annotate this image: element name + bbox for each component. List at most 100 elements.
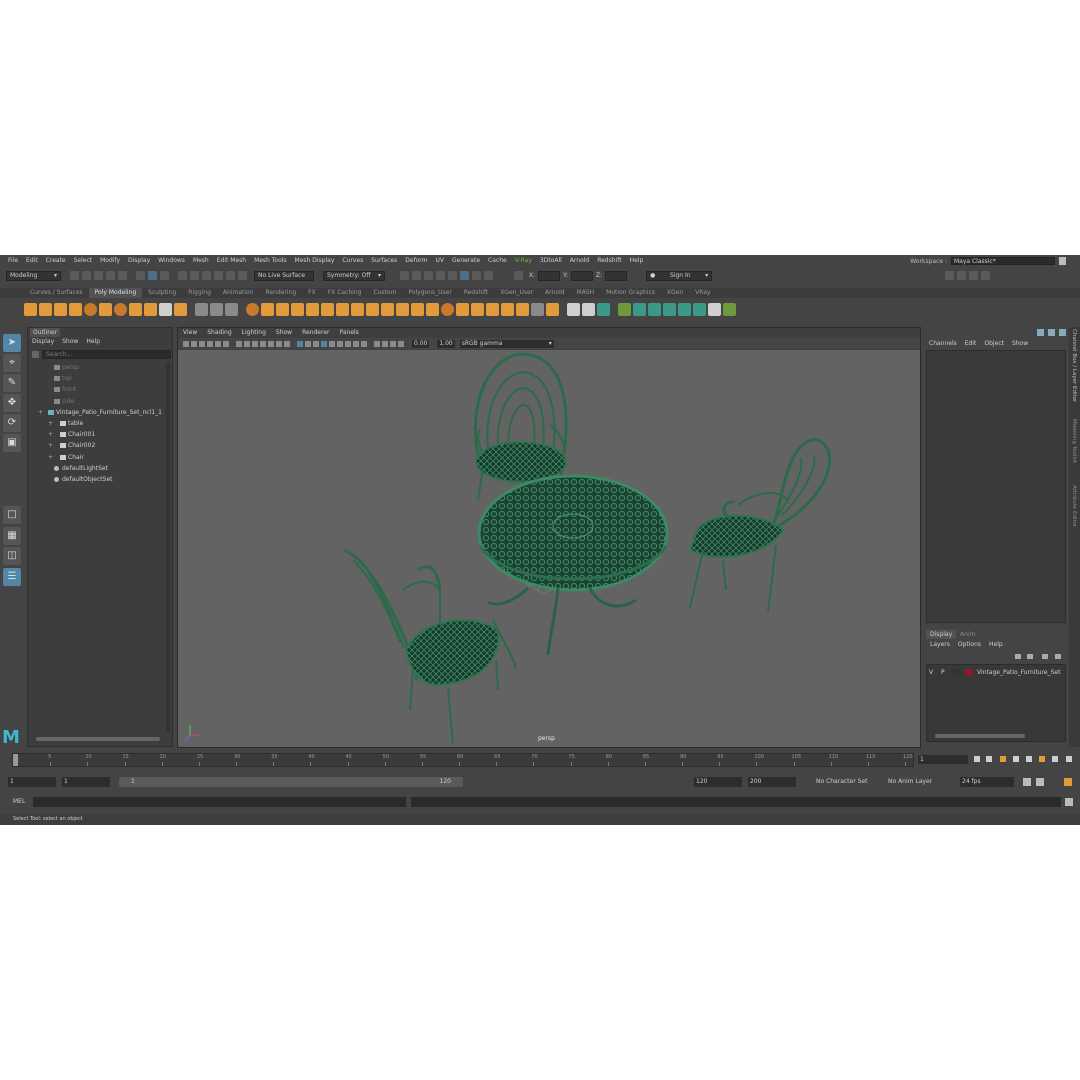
panel-layout-icon[interactable] [957, 271, 967, 280]
workspace-dropdown[interactable]: Maya Classic* [951, 257, 1055, 265]
side-tab-modeling-toolkit[interactable]: Modeling Toolkit [1071, 419, 1077, 463]
quad-draw-icon[interactable] [531, 302, 544, 316]
menu-v-ray[interactable]: V-Ray [511, 257, 536, 264]
image-plane-icon[interactable] [207, 340, 213, 347]
panel-layout-icon[interactable] [945, 271, 955, 280]
command-language-toggle[interactable]: MEL [13, 797, 25, 807]
new-scene-icon[interactable] [70, 271, 79, 280]
y-field[interactable] [571, 270, 594, 281]
select-camera-icon[interactable] [183, 340, 189, 347]
layer-tab-display[interactable]: Display [926, 630, 957, 639]
select-object-icon[interactable] [148, 271, 157, 280]
automatic-uv-icon[interactable] [663, 302, 676, 316]
outliner-menu-display[interactable]: Display [28, 338, 58, 347]
ambient-occlusion-icon[interactable] [345, 340, 351, 347]
layer-menu-layers[interactable]: Layers [926, 641, 954, 648]
uv-editor-icon[interactable] [678, 302, 691, 316]
outliner-search-input[interactable]: Search... [42, 350, 171, 359]
fill-hole-icon[interactable] [321, 302, 334, 316]
poke-icon[interactable] [501, 302, 514, 316]
reduce-icon[interactable] [336, 302, 349, 316]
poly-plane-icon[interactable] [99, 302, 112, 316]
motion-blur-icon[interactable] [353, 340, 359, 347]
film-gate-icon[interactable] [244, 340, 250, 347]
safe-action-icon[interactable] [276, 340, 282, 347]
menu-mesh-display[interactable]: Mesh Display [291, 257, 339, 264]
pause-icon[interactable] [484, 271, 493, 280]
menu-redshift[interactable]: Redshift [593, 257, 625, 264]
multi-cut-icon[interactable] [381, 302, 394, 316]
transform-field-icon[interactable] [514, 271, 523, 280]
cut-uv-icon[interactable] [693, 302, 706, 316]
expand-toggle-icon[interactable]: + [48, 440, 53, 451]
live-surface-field[interactable]: No Live Surface [254, 270, 314, 281]
menu-help[interactable]: Help [626, 257, 648, 264]
fps-dropdown[interactable]: 24 fps [960, 777, 1014, 787]
snap-point-icon[interactable] [202, 271, 211, 280]
snap-surface-icon[interactable] [226, 271, 235, 280]
exposure-field[interactable]: 0.00 [412, 339, 430, 348]
channel-box-menu-show[interactable]: Show [1008, 340, 1032, 347]
step-back-frame-icon[interactable] [1000, 756, 1006, 762]
outliner-item-front[interactable]: front [28, 384, 174, 395]
viewport-scene[interactable]: persp [178, 350, 920, 747]
lights-icon[interactable] [329, 340, 335, 347]
field-chart-icon[interactable] [268, 340, 274, 347]
smooth-shade-icon[interactable] [305, 340, 311, 347]
anim-layer-dropdown[interactable]: No Anim Layer [886, 777, 950, 787]
expand-toggle-icon[interactable]: + [48, 429, 53, 440]
menu-create[interactable]: Create [42, 257, 70, 264]
menu-curves[interactable]: Curves [338, 257, 367, 264]
shelf-tab-vray[interactable]: VRay [689, 288, 716, 298]
bookmark-icon[interactable] [199, 340, 205, 347]
snap-magnet-icon[interactable] [238, 271, 247, 280]
combine-icon[interactable] [195, 302, 208, 316]
outliner-item-chair[interactable]: + Chair [28, 452, 174, 463]
vray-ipr-icon[interactable] [472, 271, 481, 280]
loop-icon[interactable] [1023, 778, 1031, 786]
x-field[interactable] [538, 270, 561, 281]
xray-joints-icon[interactable] [390, 340, 396, 347]
viewport-menu-panels[interactable]: Panels [334, 328, 363, 337]
shelf-tab-rendering[interactable]: Rendering [260, 288, 303, 298]
redo-icon[interactable] [118, 271, 127, 280]
anti-alias-icon[interactable] [361, 340, 367, 347]
shelf-tab-curves-surfaces[interactable]: Curves / Surfaces [24, 288, 89, 298]
step-back-key-icon[interactable] [986, 756, 992, 762]
wireframe-icon[interactable] [297, 340, 303, 347]
channel-box-menu-object[interactable]: Object [980, 340, 1008, 347]
outliner-layout-icon[interactable]: ☰ [3, 568, 21, 586]
bridge-icon[interactable] [351, 302, 364, 316]
outliner-item-defaultlightset[interactable]: defaultLightSet [28, 463, 174, 474]
poly-cube-icon[interactable] [39, 302, 52, 316]
menu-cache[interactable]: Cache [484, 257, 511, 264]
layer-horizontal-scrollbar[interactable] [935, 734, 1025, 738]
sweep-mesh-icon[interactable] [144, 302, 157, 316]
playback-end-field[interactable]: 120 [694, 777, 742, 787]
save-scene-icon[interactable] [94, 271, 103, 280]
viewport-menu-shading[interactable]: Shading [202, 328, 236, 337]
character-set-dropdown[interactable]: No Character Set [814, 777, 878, 787]
2d-pan-icon[interactable] [215, 340, 221, 347]
poly-sphere-icon[interactable] [24, 302, 37, 316]
menu-generate[interactable]: Generate [448, 257, 484, 264]
panel-layout-icon[interactable] [969, 271, 979, 280]
mirror-icon[interactable] [291, 302, 304, 316]
type-icon[interactable] [159, 302, 172, 316]
animation-end-field[interactable]: 200 [748, 777, 796, 787]
new-layer-selected-icon[interactable] [1055, 654, 1061, 659]
layer-tab-anim[interactable]: Anim [956, 630, 979, 639]
grease-pencil-icon[interactable] [223, 340, 229, 347]
select-tool-icon[interactable]: ➤ [3, 334, 21, 352]
menu-uv[interactable]: UV [432, 257, 449, 264]
outliner-item-top[interactable]: top [28, 373, 174, 384]
side-tab-channel-box[interactable]: Channel Box / Layer Editor [1071, 329, 1077, 402]
poly-torus-icon[interactable] [84, 302, 97, 316]
layer-name[interactable]: Vintage_Patio_Furniture_Set [977, 669, 1060, 676]
append-icon[interactable] [366, 302, 379, 316]
extract-icon[interactable] [306, 302, 319, 316]
menu-surfaces[interactable]: Surfaces [367, 257, 401, 264]
menu-mesh-tools[interactable]: Mesh Tools [250, 257, 290, 264]
shadows-icon[interactable] [337, 340, 343, 347]
gamma-field[interactable]: 1.00 [437, 339, 455, 348]
